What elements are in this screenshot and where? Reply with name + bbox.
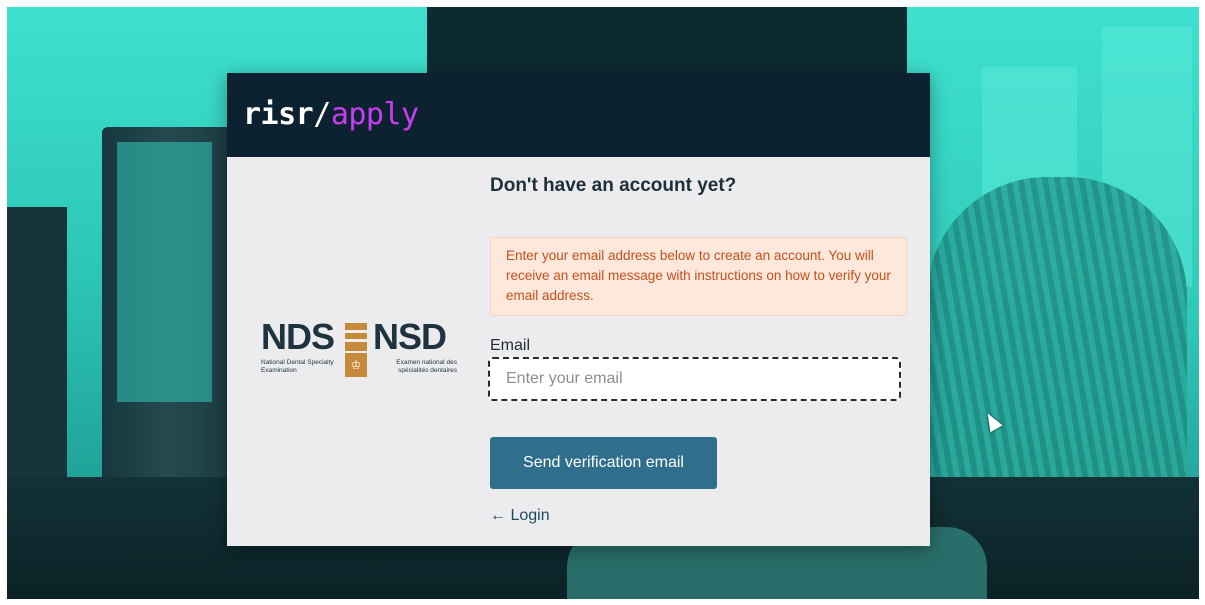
email-label: Email [490,337,531,354]
email-field[interactable] [488,357,901,401]
page-title: Don't have an account yet? [490,175,737,196]
card-body: NDS NSD ♔ National Dental Specialty Exam… [227,157,930,546]
info-alert: Enter your email address below to create… [490,237,907,316]
brand-risr-text: risr [243,97,314,132]
card-header: risr/apply [227,73,930,157]
logo-french-subtitle: Examen national des spécialités dentaire… [396,359,457,374]
login-link[interactable]: ← Login [490,507,550,525]
logo-nds-text: NDS [261,316,335,357]
brand-slash-text: / [313,97,331,132]
brand-apply-text: apply [330,97,419,132]
background-monitor-screen [117,142,212,402]
logo-e-bar [345,323,367,351]
send-verification-button[interactable]: Send verification email [490,437,717,489]
logo-english-subtitle: National Dental Specialty Examination [261,359,334,374]
logo-nsd-text: NSD [373,316,447,357]
logo-bar-stripe [345,339,367,342]
ndsensd-logo: NDS NSD ♔ National Dental Specialty Exam… [257,316,457,389]
logo-bar-stripe [345,330,367,333]
background-photo: risr/apply NDS NSD ♔ National Dental Spe… [7,7,1199,599]
signup-card: risr/apply NDS NSD ♔ National Dental Spe… [227,73,930,546]
crown-crest-icon: ♔ [345,353,367,377]
risr-apply-logo: risr/apply [243,100,419,130]
